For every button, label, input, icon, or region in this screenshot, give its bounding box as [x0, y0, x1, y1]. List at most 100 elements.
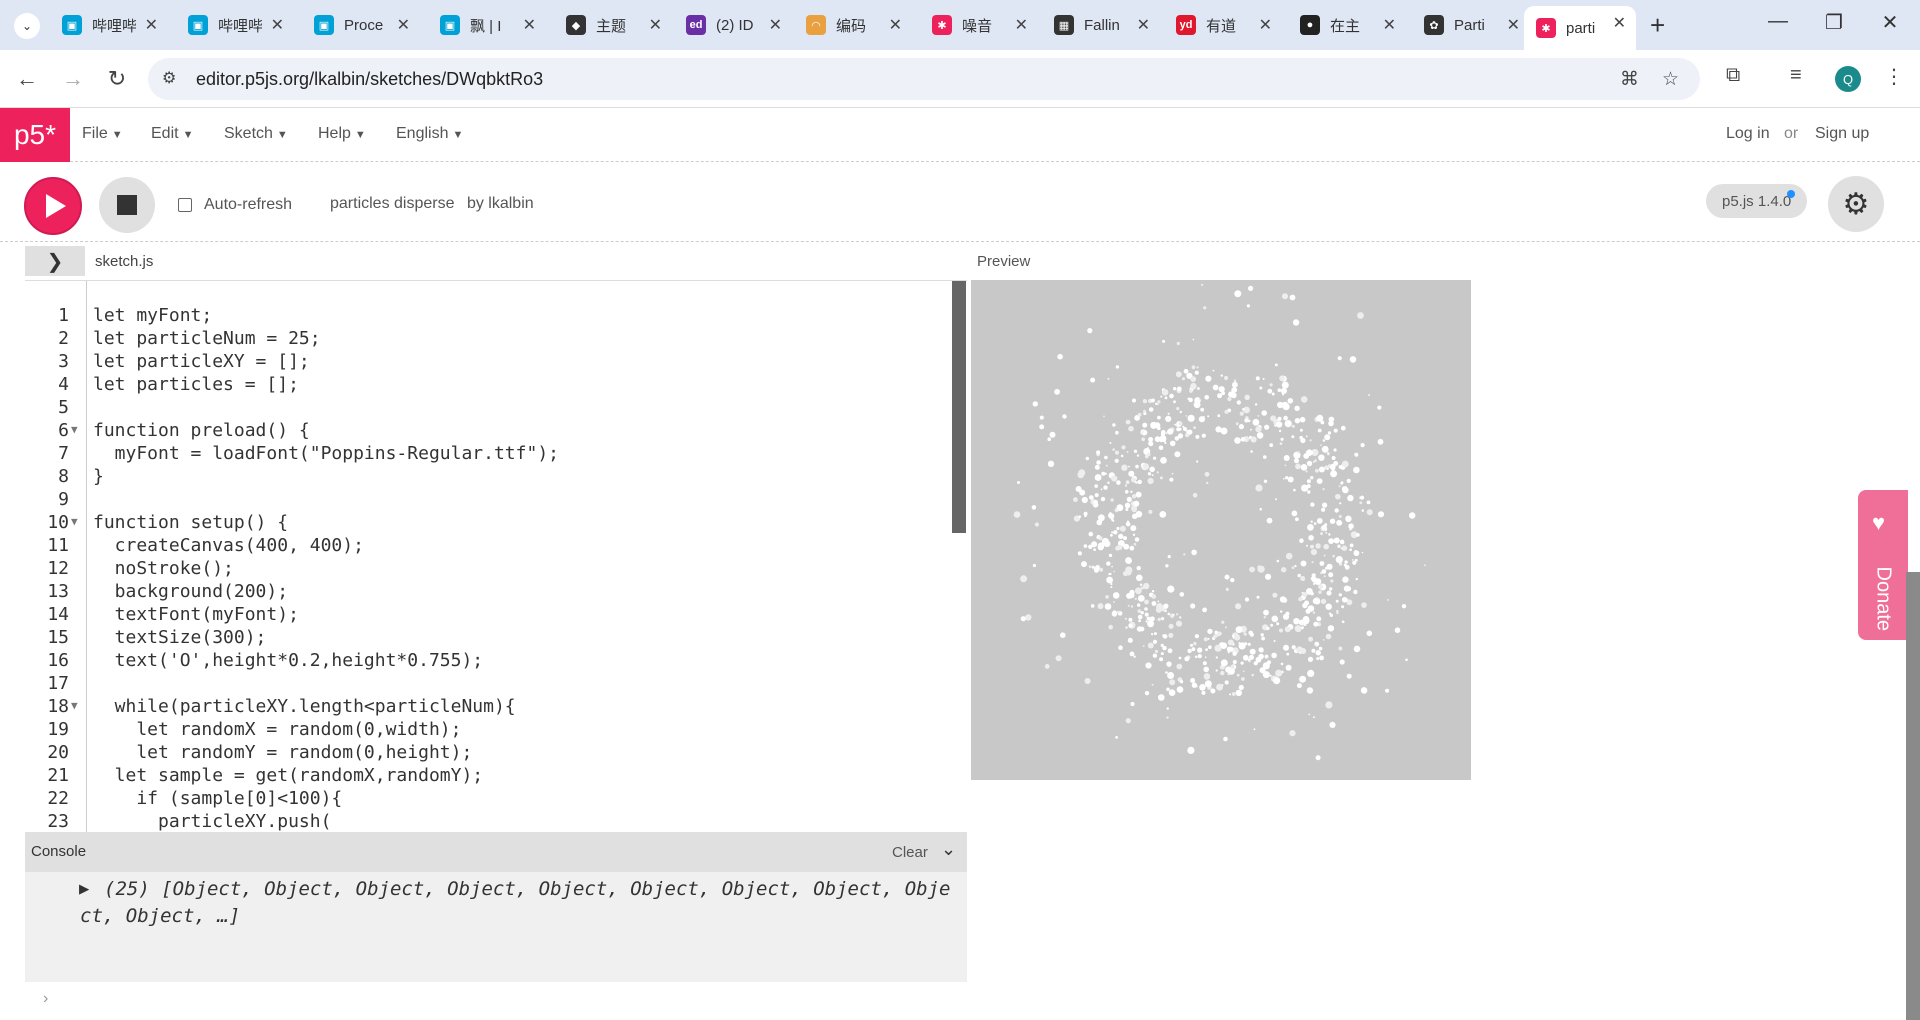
menu-help[interactable]: Help ▼ [318, 125, 366, 143]
forward-icon[interactable]: → [58, 66, 88, 92]
browser-tab[interactable]: ▦ Fallin ✕ [1042, 8, 1160, 42]
p5-logo[interactable]: p5* [0, 108, 70, 162]
browser-tab[interactable]: yd 有道 ✕ [1164, 8, 1282, 42]
menu-file[interactable]: File ▼ [82, 125, 123, 143]
console-log-entry[interactable]: (25) [Object, Object, Object, Object, Ob… [80, 876, 960, 930]
menu-sketch[interactable]: Sketch ▼ [224, 125, 288, 143]
browser-tab[interactable]: ✿ Parti ✕ [1412, 8, 1530, 42]
browser-tab[interactable]: ✱ parti ✕ [1524, 6, 1636, 50]
browser-tab[interactable]: ✱ 噪音 ✕ [920, 8, 1038, 42]
code-line[interactable]: 18 ▼ while(particleXY.length<particleNum)… [25, 696, 965, 719]
omnibox[interactable]: ⚙ editor.p5js.org/lkalbin/sketches/DWqbk… [148, 58, 1700, 100]
tab-close-icon[interactable]: ✕ [271, 15, 284, 35]
back-icon[interactable]: ← [12, 66, 42, 92]
sketch-name[interactable]: particles disperse [330, 195, 455, 212]
menu-language[interactable]: English ▼ [396, 125, 463, 143]
code-line[interactable]: 23 particleXY.push( [25, 811, 965, 832]
code-line[interactable]: 7 myFont = loadFont("Poppins-Regular.ttf… [25, 443, 965, 466]
browser-tab[interactable]: ▣ 哔哩哔 ✕ [50, 8, 168, 42]
code-line[interactable]: 21 let sample = get(randomX,randomY); [25, 765, 965, 788]
close-window-button[interactable]: ✕ [1870, 10, 1910, 35]
code-line[interactable]: 2 let particleNum = 25; [25, 328, 965, 351]
code-line[interactable]: 8} [25, 466, 965, 489]
login-link[interactable]: Log in [1726, 125, 1770, 143]
console-clear-button[interactable]: Clear [892, 844, 928, 861]
code-line[interactable]: 16 text('O',height*0.2,height*0.755); [25, 650, 965, 673]
code-line[interactable]: 4 let particles = []; [25, 374, 965, 397]
code-line[interactable]: 12 noStroke(); [25, 558, 965, 581]
code-line[interactable]: 6 ▼ function preload() { [25, 420, 965, 443]
fold-arrow-icon[interactable]: ▼ [71, 515, 78, 528]
browser-tab[interactable]: ◆ 主题 ✕ [554, 8, 672, 42]
editor-scrollbar[interactable] [952, 281, 966, 533]
code-editor[interactable]: 1 let myFont; 2 let particleNum = 25; 3 let p… [25, 280, 967, 832]
code-line[interactable]: 9 [25, 489, 965, 512]
bookmark-star-icon[interactable]: ☆ [1662, 68, 1679, 91]
minimize-button[interactable]: — [1758, 10, 1798, 33]
extensions-icon[interactable]: ⧉ [1726, 64, 1740, 87]
tab-close-icon[interactable]: ✕ [1613, 13, 1626, 33]
browser-tab[interactable]: ◠ 编码 ✕ [794, 8, 912, 42]
code-line[interactable]: 15 textSize(300); [25, 627, 965, 650]
new-tab-button[interactable]: + [1650, 10, 1665, 41]
tab-close-icon[interactable]: ✕ [649, 15, 662, 35]
settings-gear-icon[interactable]: ⚙ [1828, 176, 1884, 232]
particle [1148, 509, 1153, 514]
site-info-icon[interactable]: ⚙ [162, 68, 176, 88]
browser-tab[interactable]: ▣ Proce ✕ [302, 8, 420, 42]
sidebar-expand-chevron-icon[interactable]: ❯ [25, 246, 85, 276]
signup-link[interactable]: Sign up [1815, 125, 1869, 143]
code-line[interactable]: 11 createCanvas(400, 400); [25, 535, 965, 558]
browser-tab[interactable]: ▣ 飘 | I ✕ [428, 8, 546, 42]
fold-arrow-icon[interactable]: ▼ [71, 699, 78, 712]
tab-search-icon[interactable]: ⌄ [14, 13, 40, 39]
sketch-author[interactable]: by lkalbin [467, 195, 534, 212]
file-tab-name[interactable]: sketch.js [95, 253, 153, 270]
media-control-icon[interactable]: ≡ [1790, 64, 1802, 87]
particle [1297, 451, 1300, 454]
browser-tab[interactable]: ● 在主 ✕ [1288, 8, 1406, 42]
tab-close-icon[interactable]: ✕ [523, 15, 536, 35]
code-line[interactable]: 1 let myFont; [25, 305, 965, 328]
code-line[interactable]: 19 let randomX = random(0,width); [25, 719, 965, 742]
code-line[interactable]: 13 background(200); [25, 581, 965, 604]
tab-close-icon[interactable]: ✕ [1015, 15, 1028, 35]
url-text[interactable]: editor.p5js.org/lkalbin/sketches/DWqbktR… [196, 69, 543, 90]
maximize-button[interactable]: ❐ [1814, 10, 1854, 35]
version-badge[interactable]: p5.js 1.4.0 [1706, 184, 1808, 218]
code-line[interactable]: 20 let randomY = random(0,height); [25, 742, 965, 765]
tab-close-icon[interactable]: ✕ [397, 15, 410, 35]
code-line[interactable]: 3 let particleXY = []; [25, 351, 965, 374]
menu-edit[interactable]: Edit ▼ [151, 125, 193, 143]
browser-tab[interactable]: ▣ 哔哩哔 ✕ [176, 8, 294, 42]
tab-close-icon[interactable]: ✕ [889, 15, 902, 35]
reload-icon[interactable]: ↻ [102, 66, 132, 92]
play-button[interactable] [24, 177, 82, 235]
code-line[interactable]: 5 [25, 397, 965, 420]
tab-close-icon[interactable]: ✕ [1383, 15, 1396, 35]
browser-menu-icon[interactable]: ⋮ [1884, 64, 1904, 89]
tab-close-icon[interactable]: ✕ [769, 15, 782, 35]
sketch-title[interactable]: particles disperse by lkalbin [330, 195, 534, 213]
tab-close-icon[interactable]: ✕ [1259, 15, 1272, 35]
page-scrollbar[interactable] [1906, 572, 1920, 1020]
tab-close-icon[interactable]: ✕ [1137, 15, 1150, 35]
tab-close-icon[interactable]: ✕ [1507, 15, 1520, 35]
auto-refresh-toggle[interactable]: Auto-refresh [178, 196, 292, 214]
browser-tab[interactable]: ed (2) ID ✕ [674, 8, 792, 42]
translate-icon[interactable]: ⌘ [1620, 68, 1639, 91]
code-line[interactable]: 22 if (sample[0]<100){ [25, 788, 965, 811]
code-line[interactable]: 10 ▼ function setup() { [25, 512, 965, 535]
tab-close-icon[interactable]: ✕ [145, 15, 158, 35]
console-input[interactable]: › [25, 982, 967, 1020]
particle [1260, 633, 1264, 637]
donate-button[interactable]: ♥ Donate [1858, 490, 1908, 640]
fold-arrow-icon[interactable]: ▼ [71, 423, 78, 436]
sketch-canvas-preview[interactable] [971, 280, 1471, 780]
profile-avatar[interactable]: Q [1835, 66, 1861, 92]
code-line[interactable]: 14 textFont(myFont); [25, 604, 965, 627]
code-line[interactable]: 17 [25, 673, 965, 696]
auto-refresh-checkbox[interactable] [178, 198, 192, 212]
console-collapse-chevron-icon[interactable]: ⌄ [941, 839, 956, 860]
stop-button[interactable] [99, 177, 155, 233]
